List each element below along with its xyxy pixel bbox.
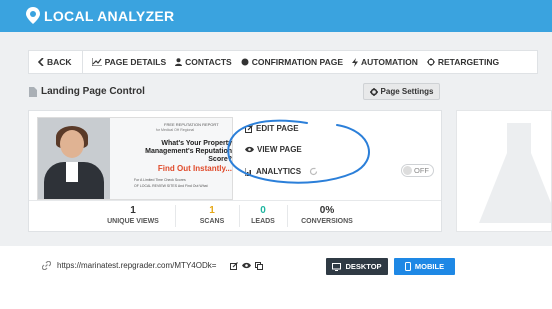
bolt-icon (352, 57, 359, 67)
stat-leads-label: LEADS (251, 218, 275, 225)
nav-divider (81, 51, 83, 73)
thumbnail-head (60, 130, 84, 158)
nav-page-details[interactable]: PAGE DETAILS (91, 57, 167, 67)
thumbnail-badge: FREE REPUTATION REPORT (164, 122, 219, 127)
stat-leads-value: 0 (260, 205, 266, 216)
page-url[interactable]: https://marinatest.repgrader.com/MTY4ODk… (57, 261, 216, 270)
nav-automation[interactable]: AUTOMATION (352, 57, 418, 67)
thumbnail-cta: Find Out Instantly... (157, 164, 232, 173)
chevron-left-icon (38, 58, 44, 66)
top-bar: LOCAL ANALYZER (0, 0, 552, 32)
stat-separator (175, 205, 176, 227)
view-page-link[interactable]: VIEW PAGE (245, 145, 302, 154)
nav-automation-label: AUTOMATION (361, 57, 418, 67)
nav-contacts[interactable]: CONTACTS (175, 57, 232, 67)
nav-confirmation-label: CONFIRMATION PAGE (251, 57, 344, 67)
edit-icon (245, 124, 253, 133)
analytics-label: ANALYTICS (256, 167, 302, 176)
nav-retargeting[interactable]: RETARGETING (426, 57, 500, 67)
stats-divider (29, 200, 441, 201)
analytics-link[interactable]: ANALYTICS (245, 167, 301, 176)
landing-page-thumbnail[interactable]: FREE REPUTATION REPORT for Medical OH Re… (37, 117, 233, 200)
page-url-row: https://marinatest.repgrader.com/MTY4ODk… (42, 261, 267, 270)
view-page-label: VIEW PAGE (257, 145, 302, 154)
crosshair-icon (426, 58, 435, 66)
stat-unique-views-value: 1 (130, 205, 136, 216)
sub-navbar: BACK PAGE DETAILS CONTACTS CONFIRMATION … (28, 50, 538, 74)
mobile-icon (404, 262, 411, 271)
map-pin-icon (26, 7, 40, 24)
stat-scans-value: 1 (209, 205, 215, 216)
edit-url-icon[interactable] (230, 261, 239, 270)
gear-icon (369, 87, 378, 96)
preview-url-icon[interactable] (242, 262, 252, 269)
line-chart-icon (91, 58, 102, 66)
nav-back[interactable]: BACK (38, 57, 72, 67)
stat-leads: 0 LEADS (243, 205, 283, 225)
thumbnail-headline: What's Your Property Management's Reputa… (145, 140, 232, 163)
edit-page-link[interactable]: EDIT PAGE (245, 124, 299, 133)
circle-icon (241, 58, 249, 66)
copy-icon[interactable] (255, 261, 264, 270)
section-title: Landing Page Control (29, 86, 145, 97)
stat-conversions-value: 0% (319, 205, 335, 216)
desktop-button[interactable]: DESKTOP (326, 258, 388, 275)
link-icon (42, 261, 51, 270)
stat-scans-label: SCANS (199, 218, 225, 225)
nav-confirmation-page[interactable]: CONFIRMATION PAGE (241, 57, 343, 67)
section-title-text: Landing Page Control (41, 86, 145, 97)
stat-unique-views: 1 UNIQUE VIEWS (97, 205, 169, 225)
nav-contacts-label: CONTACTS (185, 57, 232, 67)
user-icon (175, 58, 183, 66)
desktop-button-label: DESKTOP (345, 262, 382, 271)
page-settings-button[interactable]: Page Settings (363, 83, 440, 100)
nav-page-details-label: PAGE DETAILS (104, 57, 167, 67)
stat-unique-views-label: UNIQUE VIEWS (107, 218, 159, 225)
nav-back-label: BACK (47, 57, 72, 67)
bar-chart-icon (245, 167, 253, 176)
stat-separator (239, 205, 240, 227)
add-landing-page-card[interactable] (456, 110, 552, 232)
thumbnail-shirt (66, 162, 78, 182)
stat-conversions-label: CONVERSIONS (301, 218, 353, 225)
thumbnail-fine-print-2: OF LOCAL REVIEW SITES And Find Out What (134, 184, 208, 188)
monitor-icon (332, 262, 342, 271)
stat-scans: 1 SCANS (189, 205, 235, 225)
flask-icon (479, 123, 551, 223)
stat-separator (287, 205, 288, 227)
mobile-button-label: MOBILE (414, 262, 445, 271)
toggle-knob (403, 166, 412, 175)
url-actions (230, 261, 267, 270)
landing-page-card: FREE REPUTATION REPORT for Medical OH Re… (28, 110, 442, 232)
logo[interactable]: LOCAL ANALYZER (26, 7, 174, 24)
publish-toggle[interactable]: OFF (401, 164, 434, 177)
edit-page-label: EDIT PAGE (256, 124, 299, 133)
toggle-label: OFF (414, 166, 429, 175)
thumbnail-fine-print-1: For A Limited Time Check Scores (134, 178, 186, 182)
nav-retargeting-label: RETARGETING (437, 57, 500, 67)
file-icon (29, 86, 37, 97)
thumbnail-photo (38, 118, 110, 199)
thumbnail-badge-sub: for Medical OH Regional (156, 128, 195, 132)
mobile-button[interactable]: MOBILE (394, 258, 455, 275)
page-settings-label: Page Settings (380, 87, 434, 96)
eye-icon (245, 146, 254, 153)
url-panel: https://marinatest.repgrader.com/MTY4ODk… (0, 246, 552, 309)
stat-conversions: 0% CONVERSIONS (293, 205, 361, 225)
app-name: LOCAL ANALYZER (44, 7, 175, 24)
refresh-icon[interactable] (309, 167, 318, 176)
